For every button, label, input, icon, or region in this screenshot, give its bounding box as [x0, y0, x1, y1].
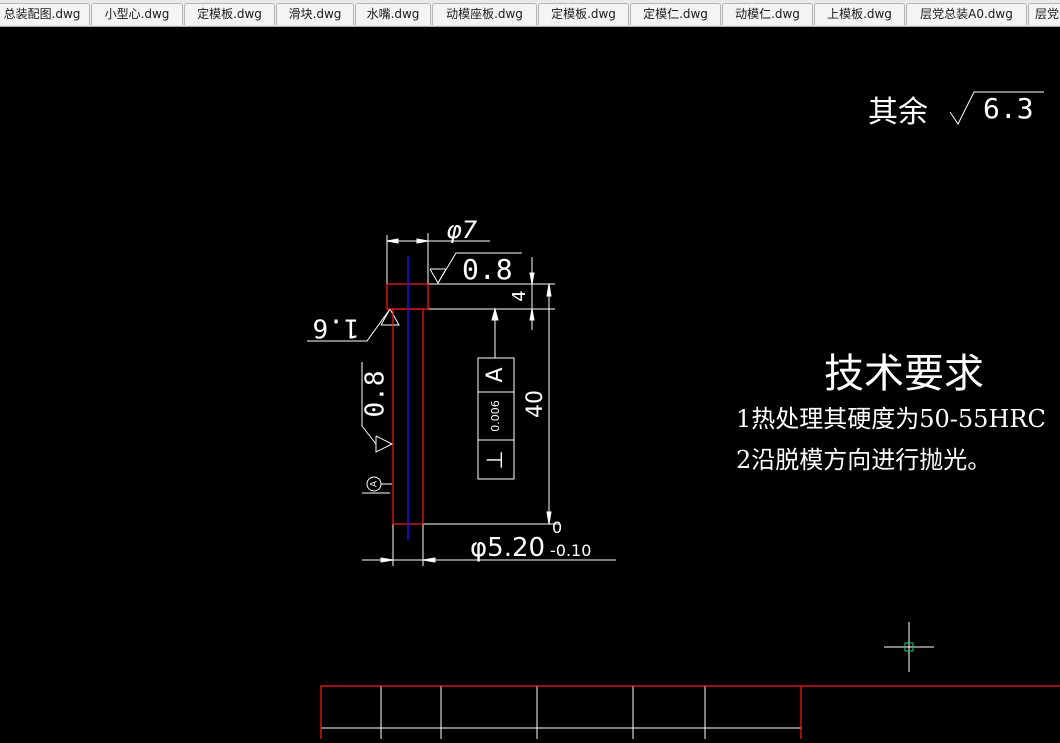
tab-5[interactable]: 动模座板.dwg	[432, 3, 537, 25]
file-tab-bar: 总装配图.dwg 小型心.dwg 定模板.dwg 滑块.dwg 水嘴.dwg 动…	[0, 0, 1060, 27]
tab-4[interactable]: 水嘴.dwg	[355, 3, 431, 25]
tab-label: 上模板.dwg	[827, 7, 892, 21]
tab-label: 滑块.dwg	[288, 7, 342, 21]
tab-label: 水嘴.dwg	[366, 7, 420, 21]
dim-tolerance-upper: 0	[552, 518, 562, 537]
tab-label: 层党	[1035, 7, 1060, 21]
roughness-left-value: 1.6	[313, 313, 360, 343]
tab-7[interactable]: 定模仁.dwg	[630, 3, 721, 25]
tab-label: 动模仁.dwg	[735, 7, 800, 21]
tab-9[interactable]: 上模板.dwg	[814, 3, 905, 25]
crosshair-cursor	[884, 622, 934, 672]
tech-requirement-line-1: 1热处理其硬度为50-55HRC	[736, 405, 1046, 433]
tab-6[interactable]: 定模板.dwg	[538, 3, 629, 25]
title-block-grid	[321, 686, 801, 739]
tab-label: 总装配图.dwg	[3, 7, 81, 21]
dim-length: 40	[523, 390, 548, 418]
datum-leader	[491, 307, 499, 358]
roughness-other-value: 6.3	[983, 92, 1034, 125]
tab-3[interactable]: 滑块.dwg	[276, 3, 354, 25]
roughness-other-prefix: 其余	[868, 95, 928, 130]
tab-label: 小型心.dwg	[104, 7, 170, 21]
tab-8[interactable]: 动模仁.dwg	[722, 3, 813, 25]
tab-1[interactable]: 小型心.dwg	[91, 3, 183, 25]
tech-requirements-title: 技术要求	[824, 351, 984, 397]
tab-label: 动模座板.dwg	[446, 7, 523, 21]
dim-head-height: 4	[509, 290, 530, 301]
fcf-datum-ref: A	[483, 367, 508, 382]
tab-10[interactable]: 层党总装A0.dwg	[906, 3, 1027, 25]
tab-11[interactable]: 层党	[1028, 3, 1060, 25]
tab-label: 层党总装A0.dwg	[920, 7, 1013, 21]
tab-label: 定模板.dwg	[551, 7, 616, 21]
dim-shaft-diameter: φ5.20	[470, 533, 545, 563]
drawing-canvas[interactable]: 其余 6.3 φ7 0.8 4 40 1.6 0.8 A A 0.006 ⊥ φ…	[0, 27, 1060, 739]
tab-label: 定模仁.dwg	[643, 7, 708, 21]
roughness-shaft-value: 0.8	[361, 371, 391, 418]
dim-top-diameter: φ7	[446, 216, 478, 244]
tab-2[interactable]: 定模板.dwg	[184, 3, 275, 25]
tab-label: 定模板.dwg	[197, 7, 262, 21]
fcf-tolerance-symbol: ⊥	[483, 450, 508, 469]
roughness-top-value: 0.8	[462, 253, 513, 286]
dim-tolerance-lower: -0.10	[550, 541, 591, 560]
fcf-tolerance-value: 0.006	[489, 400, 502, 432]
tech-requirement-line-2: 2沿脱模方向进行抛光。	[736, 446, 991, 474]
datum-marker-label: A	[370, 480, 380, 487]
tab-0[interactable]: 总装配图.dwg	[0, 3, 90, 25]
